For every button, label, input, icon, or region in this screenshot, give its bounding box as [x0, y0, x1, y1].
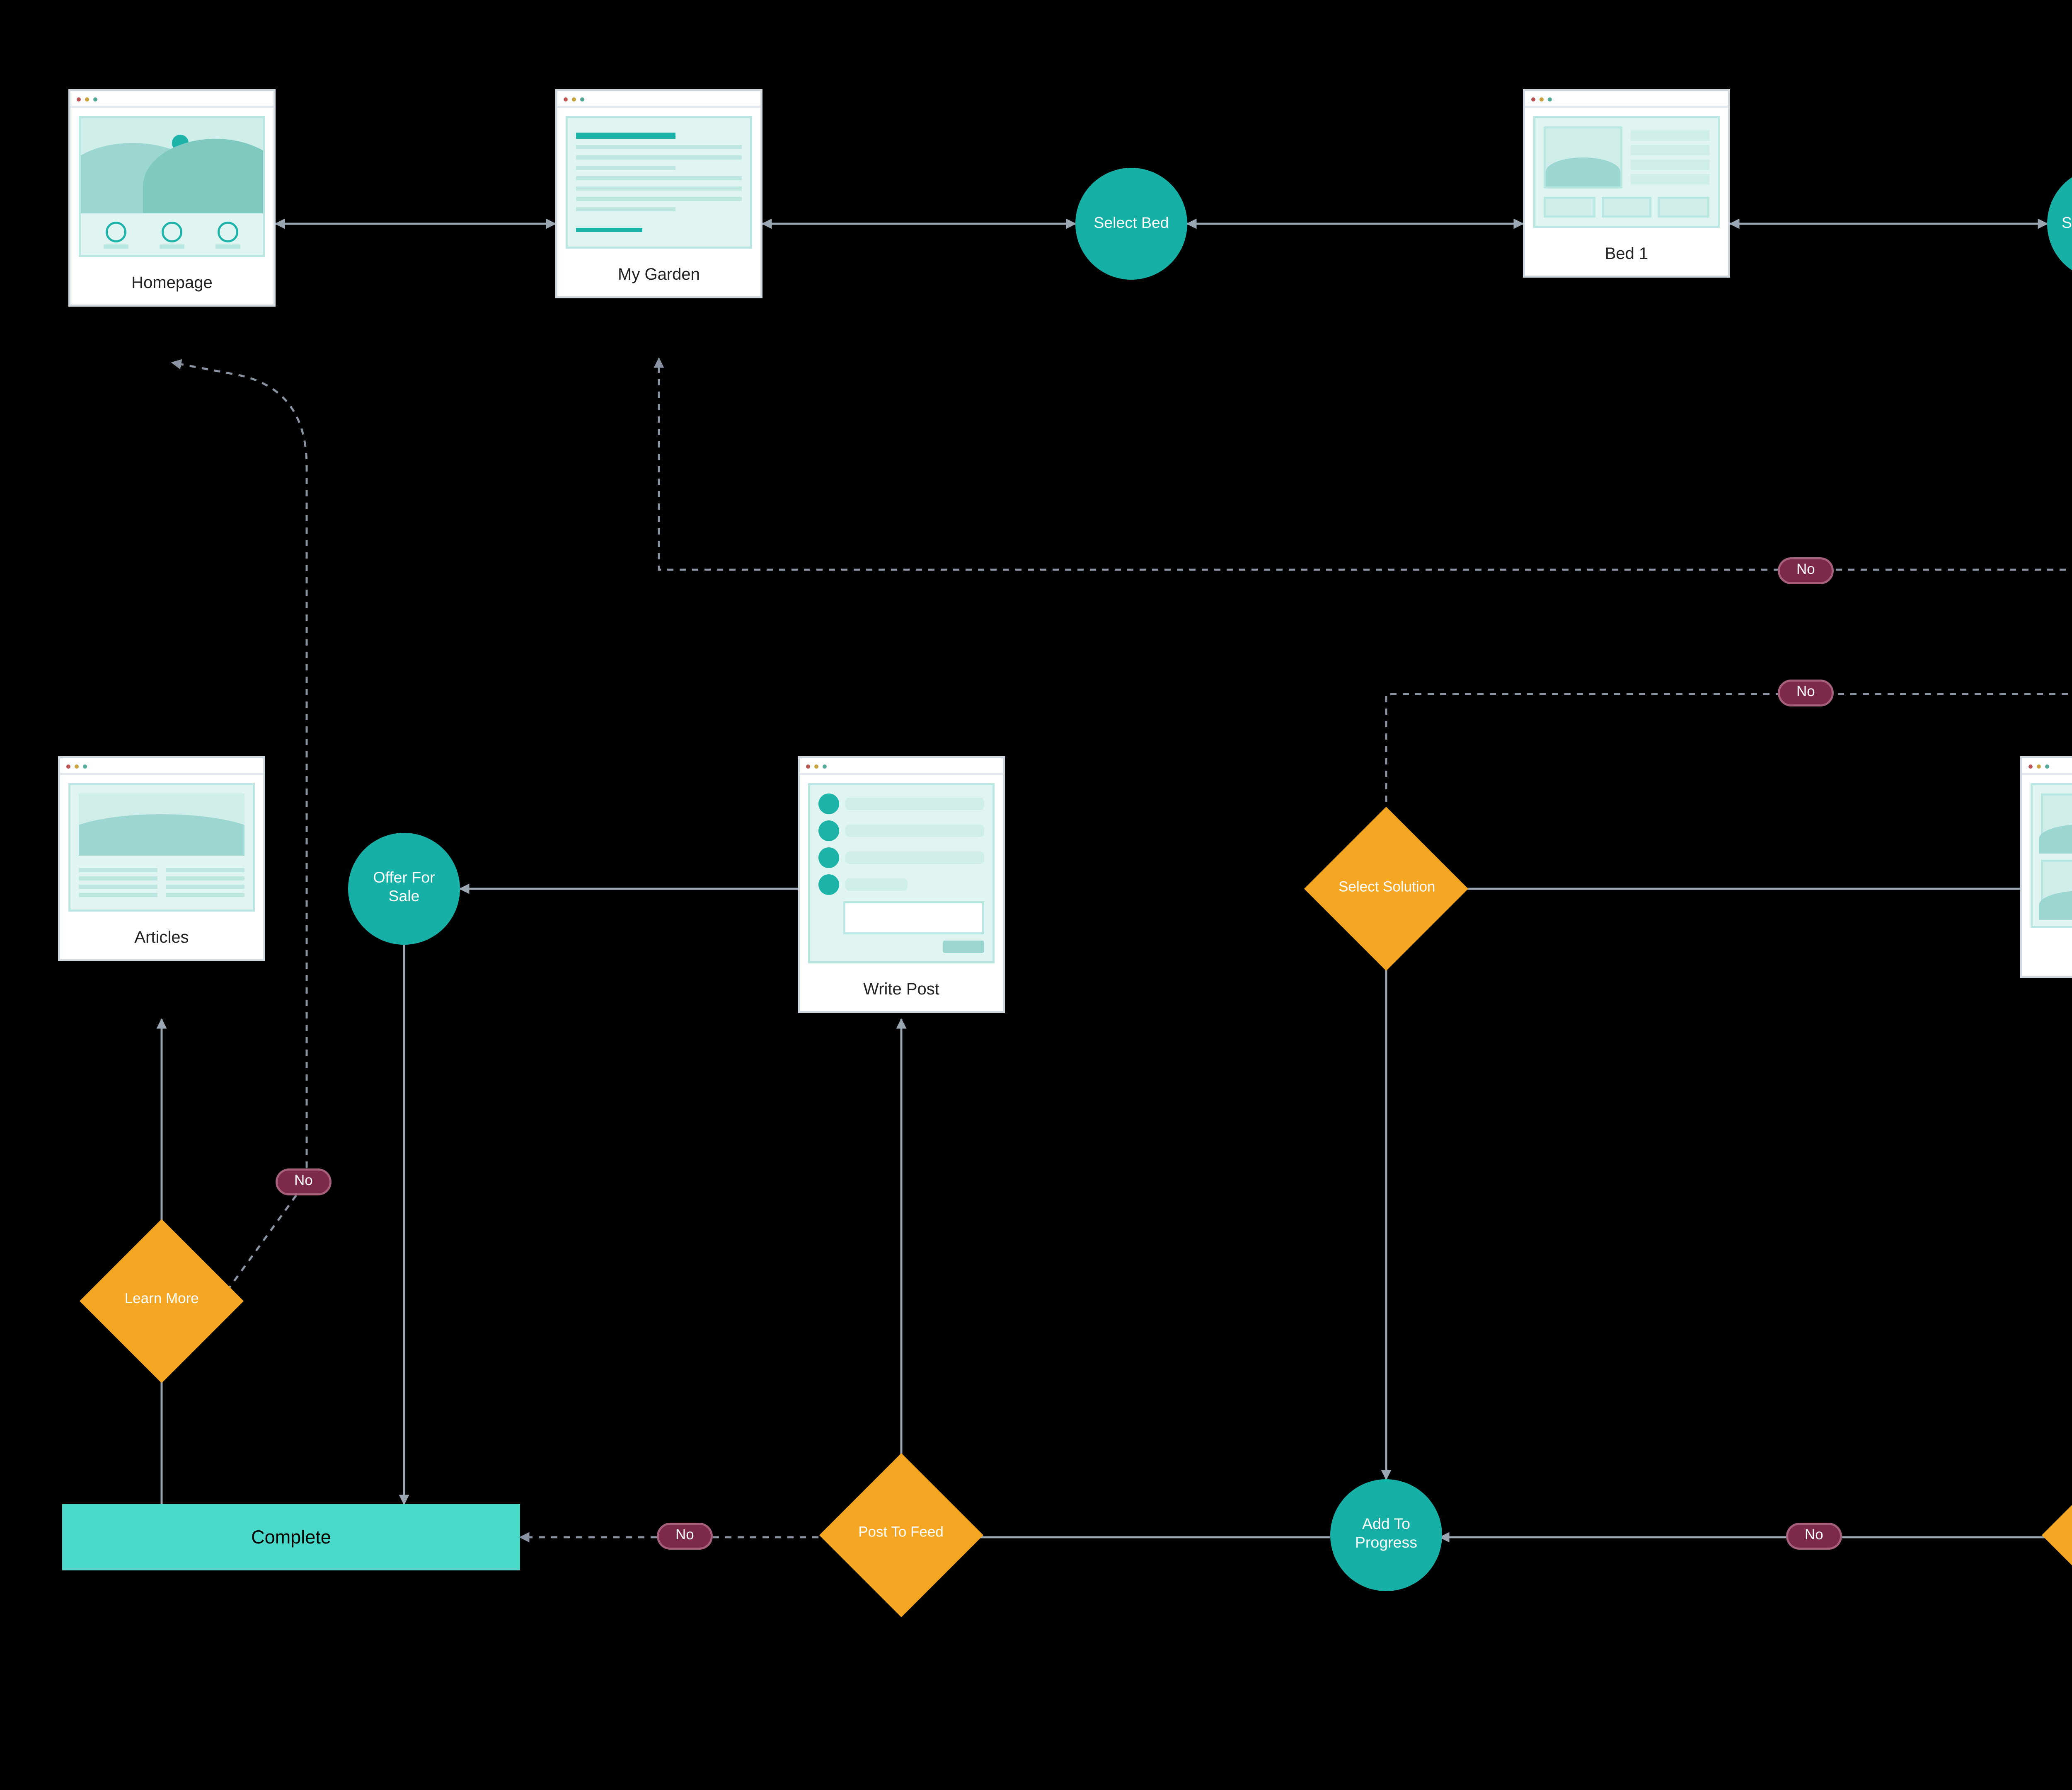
action-offer-for-sale[interactable]: Offer For Sale — [348, 833, 460, 945]
decision-label: Learn More — [124, 1293, 198, 1309]
screen-homepage[interactable]: Homepage — [68, 89, 276, 307]
edge-label-no: No — [657, 1523, 713, 1550]
wireframe-body — [68, 783, 255, 912]
screen-label: Bed 1 — [1525, 236, 1728, 276]
screen-label: Articles — [60, 920, 263, 960]
screen-my-garden[interactable]: My Garden — [555, 89, 762, 299]
action-add-to-progress[interactable]: Add To Progress — [1330, 1479, 1442, 1591]
edge-label-no: No — [1778, 680, 1834, 706]
screen-articles[interactable]: Articles — [58, 756, 265, 962]
decision-label: Post To Feed — [859, 1527, 944, 1543]
screen-label: My Garden — [557, 257, 760, 297]
window-chrome — [1525, 91, 1728, 108]
screen-write-post[interactable]: Write Post — [798, 756, 1005, 1014]
decision-post-to-feed[interactable]: Post To Feed — [819, 1453, 983, 1617]
wireframe-body — [2031, 783, 2072, 928]
window-chrome — [557, 91, 760, 108]
action-label: Add To Progress — [1339, 1517, 1434, 1553]
decision-learn-more[interactable]: Learn More — [80, 1219, 244, 1383]
screen-sustainability[interactable]: Sustainability — [2020, 756, 2072, 978]
window-chrome — [800, 758, 1003, 775]
window-chrome — [70, 91, 274, 108]
decision-select-solution[interactable]: Select Solution — [1304, 807, 1468, 971]
screen-bed-1[interactable]: Bed 1 — [1523, 89, 1730, 278]
wireframe-body — [808, 783, 995, 963]
edge-label-no: No — [1778, 557, 1834, 584]
action-select-plant[interactable]: Select Plant — [2047, 168, 2072, 280]
terminal-label: Complete — [251, 1527, 331, 1548]
window-chrome — [2022, 758, 2072, 775]
window-chrome — [60, 758, 263, 775]
action-label: Select Bed — [1094, 215, 1169, 232]
action-label: Offer For Sale — [356, 871, 452, 907]
edge-label-no: No — [276, 1168, 332, 1195]
wireframe-body — [79, 116, 265, 257]
decision-label: Sustainable Suggestions — [2066, 1519, 2072, 1551]
decision-label: Select Solution — [1338, 881, 1435, 897]
screen-label: Sustainability — [2022, 936, 2072, 976]
wireframe-body — [1533, 116, 1720, 228]
screen-label: Write Post — [800, 972, 1003, 1011]
screen-label: Homepage — [70, 265, 274, 305]
terminal-complete[interactable]: Complete — [62, 1504, 520, 1570]
decision-sustainable-suggestions[interactable]: Sustainable Suggestions — [2042, 1453, 2072, 1617]
action-select-bed[interactable]: Select Bed — [1075, 168, 1187, 280]
wireframe-body — [566, 116, 752, 249]
action-label: Select Plant — [2062, 215, 2072, 232]
edge-label-no: No — [1786, 1523, 1842, 1550]
